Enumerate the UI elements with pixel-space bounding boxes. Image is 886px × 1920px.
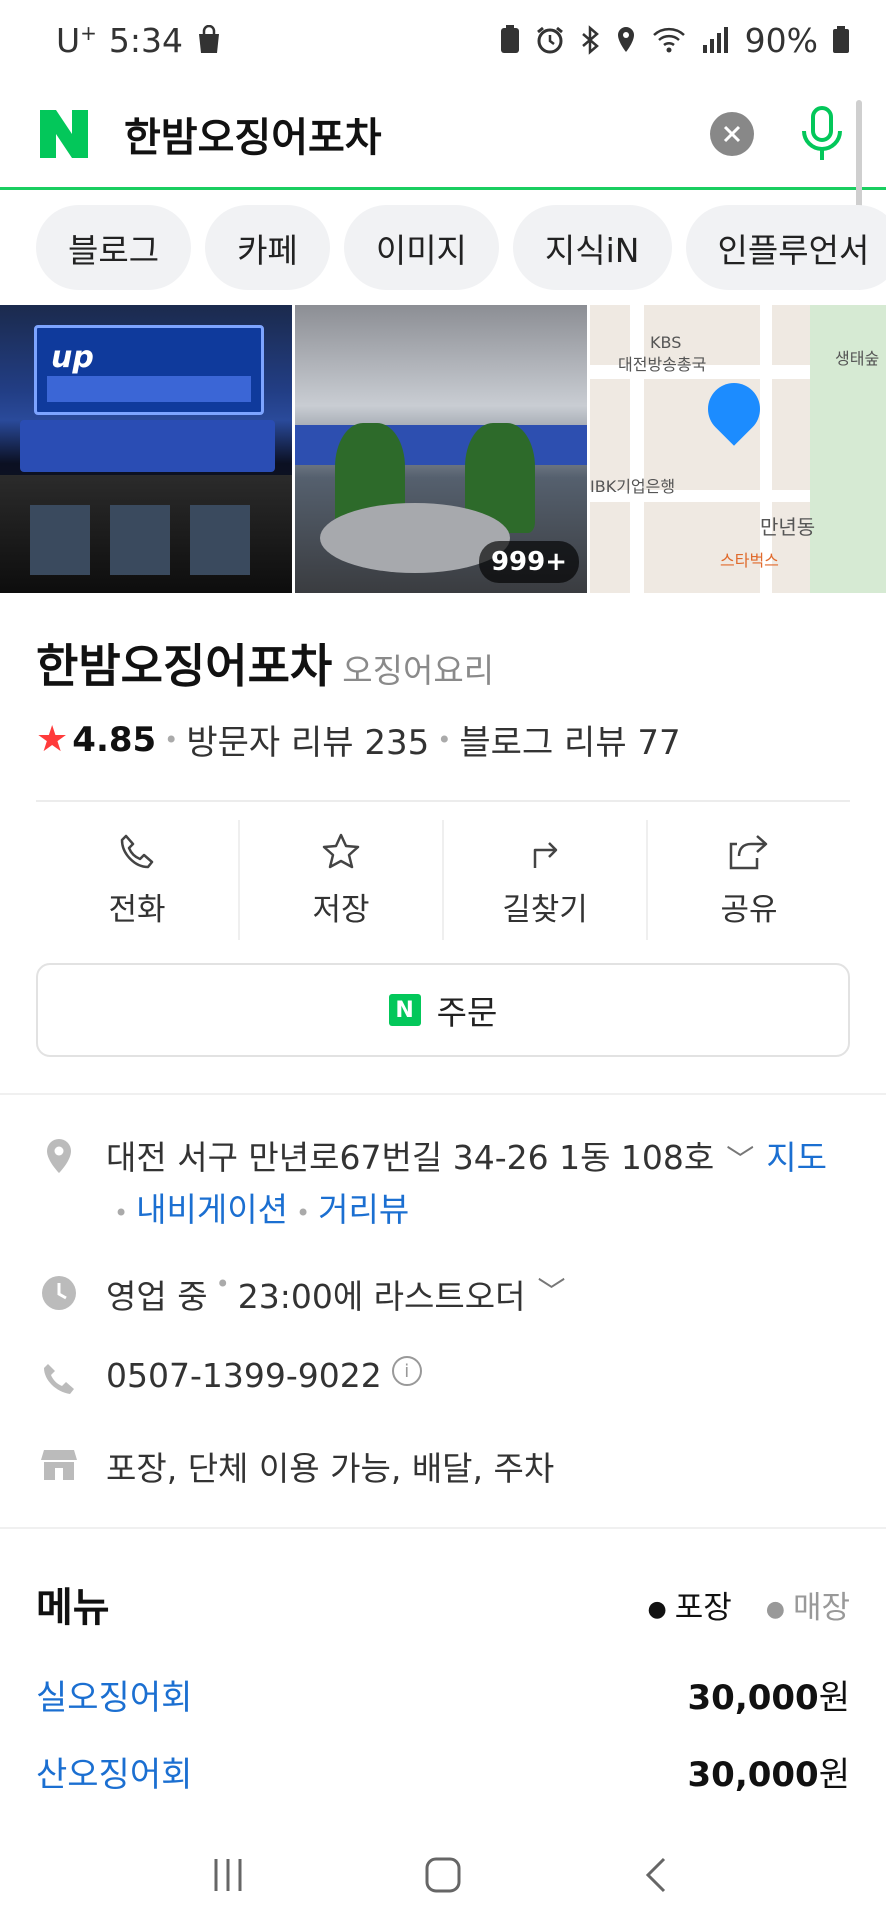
star-outline-icon <box>322 833 360 868</box>
menu-item-price: 30,000원 <box>687 1755 850 1795</box>
directions-button[interactable]: 길찾기 <box>444 820 648 940</box>
place-title: 한밤오징어포차 <box>36 639 333 693</box>
back-icon[interactable] <box>638 1855 678 1895</box>
map-link[interactable]: 지도 <box>766 1138 827 1177</box>
chip-image[interactable]: 이미지 <box>343 205 499 290</box>
signal-icon <box>702 27 728 53</box>
wifi-icon <box>652 27 685 53</box>
menu-tab-takeout[interactable]: ● 포장 <box>648 1582 732 1627</box>
naver-logo[interactable] <box>36 106 92 162</box>
battery-icon <box>833 26 849 53</box>
menu-item-price: 30,000원 <box>687 1678 850 1718</box>
battery-percent: 90% <box>744 20 818 60</box>
street-view-link[interactable]: 거리뷰 <box>318 1190 409 1229</box>
phone-number[interactable]: 0507-1399-9022 <box>106 1356 382 1395</box>
carrier-label: U+ <box>56 20 97 60</box>
chip-cafe[interactable]: 카페 <box>205 205 330 290</box>
share-button[interactable]: 공유 <box>648 820 850 940</box>
phone-icon <box>120 834 154 868</box>
visitor-reviews-link[interactable]: 방문자 리뷰 235 <box>186 715 429 764</box>
section-divider <box>0 1093 886 1095</box>
place-category: 오징어요리 <box>342 651 495 690</box>
section-divider <box>0 1527 886 1529</box>
shopping-bag-icon <box>199 25 220 53</box>
store-icon <box>36 1442 82 1488</box>
rating-row: ★ 4.85 • 방문자 리뷰 235 • 블로그 리뷰 77 <box>36 715 681 764</box>
hours-row[interactable]: 영업 중 • 23:00에 라스트오더 ﹀ <box>36 1270 850 1318</box>
location-map-thumbnail[interactable]: KBS 대전방송총국 IBK기업은행 만년동 스타벅스 생태숲 <box>590 305 886 593</box>
save-button[interactable]: 저장 <box>240 820 444 940</box>
address-row: 대전 서구 만년로67번길 34-26 1동 108호 ﹀ 지도 • 내비게이션 • 거리… <box>36 1133 850 1238</box>
battery-saver-icon <box>500 25 519 53</box>
storefront-banner <box>20 420 275 472</box>
close-icon <box>723 125 741 142</box>
chevron-down-icon[interactable]: ﹀ <box>726 1143 754 1176</box>
chevron-down-icon[interactable]: ﹀ <box>538 1270 566 1310</box>
map-pin-icon <box>36 1133 82 1179</box>
storefront-photo[interactable]: up <box>0 305 292 593</box>
chip-kin[interactable]: 지식iN <box>512 205 672 290</box>
location-icon <box>617 27 634 52</box>
photo-strip: up 999+ KBS 대전방송총국 IBK기업은행 만년동 스타벅스 생태숲 <box>0 305 886 593</box>
rating-score: 4.85 <box>72 719 157 760</box>
storefront-tent <box>0 475 292 593</box>
search-input[interactable]: 한밤오징어포차 <box>124 105 382 163</box>
bluetooth-icon <box>581 25 599 55</box>
search-bar: 한밤오징어포차 <box>0 80 886 190</box>
services-row: 포장, 단체 이용 가능, 배달, 주차 <box>36 1442 850 1490</box>
order-button[interactable]: N 주문 <box>36 963 850 1057</box>
phone-row[interactable]: 0507-1399-9022 i <box>36 1356 850 1402</box>
interior-photo[interactable]: 999+ <box>295 305 587 593</box>
menu-item-name[interactable]: 산오징어회 <box>36 1747 192 1796</box>
clear-search-button[interactable] <box>710 111 754 156</box>
menu-item[interactable]: 실오징어회 30,000원 <box>36 1670 850 1719</box>
clock-icon <box>36 1270 82 1316</box>
place-header: 한밤오징어포차 오징어요리 <box>36 630 494 696</box>
status-time: 5:34 <box>108 20 184 60</box>
navigation-link[interactable]: 내비게이션 <box>136 1190 288 1229</box>
voice-search-button[interactable] <box>794 104 850 164</box>
microphone-icon <box>802 105 842 160</box>
menu-item[interactable]: 산오징어회 30,000원 <box>36 1747 850 1796</box>
phone-icon <box>36 1356 82 1402</box>
system-nav-bar <box>0 1830 886 1920</box>
share-icon <box>729 834 768 869</box>
info-icon[interactable]: i <box>391 1356 422 1386</box>
services-text: 포장, 단체 이용 가능, 배달, 주차 <box>106 1449 555 1488</box>
recent-apps-icon[interactable] <box>208 1855 248 1895</box>
chip-influencer[interactable]: 인플루언서 <box>685 205 886 290</box>
menu-header: 메뉴 ● 포장 ● 매장 <box>36 1575 850 1633</box>
action-bar: 전화 저장 길찾기 공유 <box>36 820 850 940</box>
category-chips: 블로그 카페 이미지 지식iN 인플루언서 <box>36 205 886 290</box>
divider <box>36 800 850 802</box>
blog-reviews-link[interactable]: 블로그 리뷰 77 <box>459 715 680 764</box>
menu-item-name[interactable]: 실오징어회 <box>36 1670 192 1719</box>
status-bar: U+ 5:34 90% <box>0 0 886 80</box>
chip-blog[interactable]: 블로그 <box>36 205 192 290</box>
home-icon[interactable] <box>423 1855 463 1895</box>
hours-status: 영업 중 <box>106 1277 208 1316</box>
storefront-sign: up <box>34 325 264 415</box>
photo-count-badge: 999+ <box>478 541 579 583</box>
star-icon: ★ <box>36 719 69 760</box>
menu-tab-dinein[interactable]: ● 매장 <box>766 1582 850 1627</box>
naver-order-badge: N <box>388 994 421 1026</box>
directions-icon <box>533 841 558 868</box>
address-text[interactable]: 대전 서구 만년로67번길 34-26 1동 108호 <box>106 1138 714 1177</box>
call-button[interactable]: 전화 <box>36 820 240 940</box>
menu-title: 메뉴 <box>36 1585 110 1631</box>
alarm-icon <box>536 26 563 54</box>
hours-detail: 23:00에 라스트오더 <box>237 1277 526 1316</box>
